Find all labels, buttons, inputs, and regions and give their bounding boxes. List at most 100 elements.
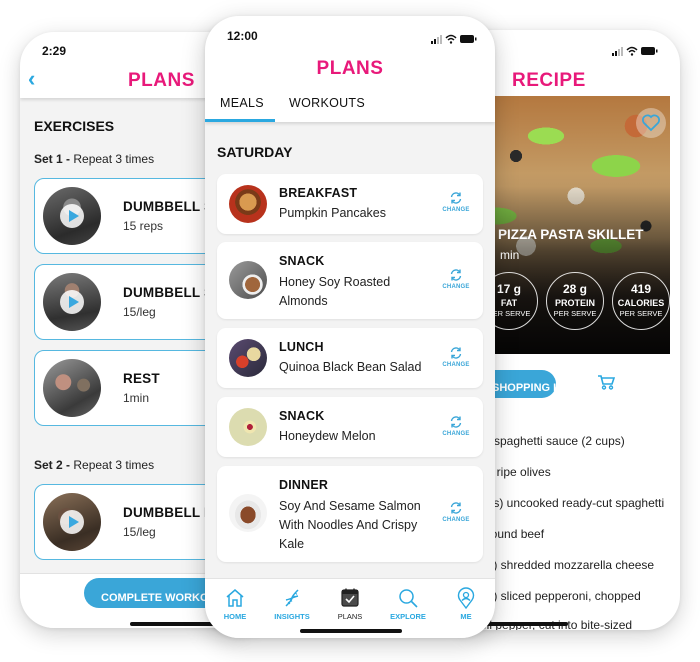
ingredient-item: up) sliced pepperoni, chopped	[480, 589, 641, 603]
signal-wifi-battery-icon	[612, 46, 658, 56]
status-icons	[431, 31, 477, 49]
macro-protein: 28 g PROTEIN PER SERVE	[546, 272, 604, 330]
exercise-detail: 15 reps	[123, 219, 164, 233]
meal-thumbnail	[229, 494, 267, 532]
change-meal-button[interactable]: CHANGE	[439, 268, 473, 290]
nav-label: PLANS	[337, 612, 363, 621]
exercise-detail: 15/leg	[123, 305, 156, 319]
status-time: 12:00	[227, 29, 258, 43]
day-heading: SATURDAY	[217, 144, 293, 160]
macro-value: 419	[630, 282, 652, 296]
macro-label: CALORIES	[617, 298, 665, 308]
heart-icon	[642, 114, 660, 132]
ingredient-item: ar spaghetti sauce (2 cups)	[480, 434, 625, 448]
home-icon	[226, 589, 244, 607]
meal-thumbnail	[229, 261, 267, 299]
nav-me[interactable]: ME	[438, 587, 494, 621]
meal-name: Honey Soy Roasted Almonds	[279, 275, 391, 308]
meal-type: SNACK	[279, 254, 325, 268]
play-icon[interactable]	[60, 510, 84, 534]
change-label: CHANGE	[442, 284, 470, 290]
recipe-name: PIZZA PASTA SKILLET	[498, 227, 644, 242]
macro-label: PROTEIN	[554, 298, 595, 308]
meal-thumbnail	[229, 339, 267, 377]
meal-name: Soy And Sesame Salmon With Noodles And C…	[279, 499, 421, 551]
nav-plans[interactable]: PLANS	[322, 587, 378, 621]
page-title: PLANS	[128, 70, 195, 91]
tab-meals[interactable]: MEALS	[220, 96, 264, 110]
change-meal-button[interactable]: CHANGE	[439, 191, 473, 213]
meal-name: Pumpkin Pancakes	[279, 206, 387, 220]
set-label: Set 1 - Repeat 3 times	[34, 152, 154, 166]
meal-type: DINNER	[279, 478, 329, 492]
macro-calories: 419 CALORIES PER SERVE	[612, 272, 670, 330]
active-tab-indicator	[205, 119, 275, 122]
tab-workouts[interactable]: WORKOUTS	[289, 96, 365, 110]
change-meal-button[interactable]: CHANGE	[439, 415, 473, 437]
meal-type: SNACK	[279, 409, 325, 423]
play-icon[interactable]	[60, 204, 84, 228]
change-label: CHANGE	[442, 362, 470, 368]
meal-thumbnail	[229, 185, 267, 223]
meal-plan-screen: 12:00 PLANS MEALS WORKOUTS SATURDAY BREA…	[205, 16, 495, 638]
chevron-left-icon: ‹	[28, 66, 36, 91]
nav-label: ME	[460, 612, 472, 621]
change-label: CHANGE	[442, 517, 470, 523]
signal-wifi-battery-icon	[431, 34, 477, 44]
page-title: RECIPE	[512, 70, 586, 91]
cart-icon	[598, 375, 616, 390]
set-label: Set 2 - Repeat 3 times	[34, 458, 154, 472]
favorite-button[interactable]	[636, 108, 666, 138]
set-number: Set 2 -	[34, 458, 71, 472]
home-indicator	[300, 629, 402, 633]
macro-per: PER SERVE	[619, 309, 663, 318]
meal-name: Quinoa Black Bean Salad	[279, 360, 422, 374]
exercise-thumbnail	[43, 359, 101, 417]
macro-per: PER SERVE	[553, 309, 597, 318]
section-title: EXERCISES	[34, 118, 115, 134]
refresh-icon	[450, 347, 462, 359]
meal-name: Honeydew Melon	[279, 429, 376, 443]
meal-card-snack[interactable]: SNACK Honeydew Melon CHANGE	[217, 397, 483, 457]
exercise-name: REST	[123, 371, 160, 386]
cart-button[interactable]	[597, 374, 616, 395]
recipe-time: min	[500, 248, 520, 262]
nav-label: EXPLORE	[390, 612, 426, 621]
nav-explore[interactable]: EXPLORE	[380, 587, 436, 621]
search-icon	[399, 589, 418, 608]
status-icons	[612, 43, 658, 61]
refresh-icon	[450, 192, 462, 204]
ingredient-item: up) shredded mozzarella cheese	[480, 558, 655, 572]
change-meal-button[interactable]: CHANGE	[439, 346, 473, 368]
back-button[interactable]: ‹	[28, 68, 35, 90]
macro-value: 28 g	[562, 282, 587, 296]
calendar-check-icon	[341, 588, 359, 607]
exercise-detail: 1min	[123, 391, 150, 405]
nav-insights[interactable]: INSIGHTS	[264, 587, 320, 621]
exercise-detail: 15/leg	[123, 525, 156, 539]
ingredient-item: ups) uncooked ready-cut spaghetti	[480, 496, 665, 510]
profile-pin-icon	[457, 587, 475, 609]
refresh-icon	[450, 269, 462, 281]
change-label: CHANGE	[442, 207, 470, 213]
meal-type: BREAKFAST	[279, 186, 358, 200]
meal-card-breakfast[interactable]: BREAKFAST Pumpkin Pancakes CHANGE	[217, 174, 483, 234]
meal-card-lunch[interactable]: LUNCH Quinoa Black Bean Salad CHANGE	[217, 328, 483, 388]
set-repeat: Repeat 3 times	[73, 458, 155, 472]
nav-home[interactable]: HOME	[207, 587, 263, 621]
set-number: Set 1 -	[34, 152, 71, 166]
play-icon[interactable]	[60, 290, 84, 314]
page-title: PLANS	[316, 58, 384, 79]
status-time: 2:29	[42, 44, 67, 58]
change-label: CHANGE	[442, 431, 470, 437]
meal-card-snack[interactable]: SNACK Honey Soy Roasted Almonds CHANGE	[217, 242, 483, 319]
nav-label: INSIGHTS	[274, 612, 310, 621]
meal-thumbnail	[229, 408, 267, 446]
dna-icon	[285, 589, 299, 607]
refresh-icon	[450, 416, 462, 428]
refresh-icon	[450, 502, 462, 514]
meal-card-dinner[interactable]: DINNER Soy And Sesame Salmon With Noodle…	[217, 466, 483, 562]
change-meal-button[interactable]: CHANGE	[439, 501, 473, 523]
nav-label: HOME	[223, 612, 247, 621]
set-repeat: Repeat 3 times	[73, 152, 155, 166]
